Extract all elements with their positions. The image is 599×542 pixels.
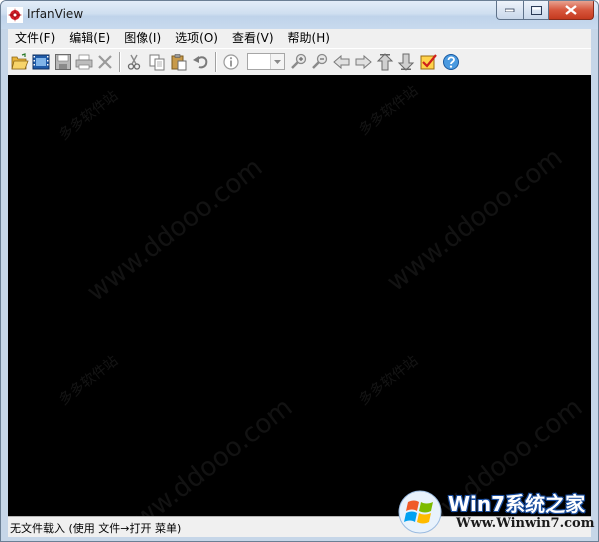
logo-url: Www.Winwin7.com	[456, 516, 595, 531]
logo-title: Win7系统之家	[448, 492, 586, 516]
close-icon	[565, 5, 577, 15]
menu-view[interactable]: 查看(V)	[225, 29, 281, 48]
help-icon[interactable]	[442, 53, 460, 71]
site-logo: Win7系统之家 Www.Winwin7.com	[396, 484, 595, 536]
zoom-combo[interactable]	[247, 53, 285, 70]
maximize-icon	[530, 5, 542, 15]
status-text: 无文件载入 (使用 文件→打开 菜单)	[10, 522, 182, 535]
zoom-in-icon[interactable]	[290, 53, 308, 71]
windows-flag-icon	[398, 490, 442, 534]
previous-icon[interactable]	[333, 53, 351, 71]
toolbar-separator	[215, 52, 217, 72]
save-icon[interactable]	[54, 53, 72, 71]
watermark-cn: 多多软件站	[356, 82, 422, 139]
cut-icon[interactable]	[125, 53, 143, 71]
watermark-url: www.ddooo.com	[81, 152, 269, 308]
delete-icon[interactable]	[96, 53, 114, 71]
copy-icon[interactable]	[148, 53, 166, 71]
watermark-url: www.ddooo.com	[111, 392, 299, 516]
watermark-cn: 多多软件站	[56, 87, 122, 144]
menu-image[interactable]: 图像(I)	[117, 29, 168, 48]
options-icon[interactable]	[419, 53, 437, 71]
menu-bar: 文件(F) 编辑(E) 图像(I) 选项(O) 查看(V) 帮助(H)	[8, 29, 591, 48]
undo-icon[interactable]	[192, 53, 210, 71]
chevron-down-icon	[274, 60, 281, 64]
dropdown-arrow[interactable]	[270, 54, 284, 69]
window-title: IrfanView	[27, 7, 84, 21]
irfanview-window: IrfanView 文件(F) 编辑(E) 图像(I) 选项(O) 查看(V) …	[0, 0, 599, 542]
next-icon[interactable]	[354, 53, 372, 71]
first-file-icon[interactable]	[376, 53, 394, 71]
close-button[interactable]	[549, 1, 594, 20]
menu-edit[interactable]: 编辑(E)	[62, 29, 117, 48]
menu-help[interactable]: 帮助(H)	[281, 29, 337, 48]
watermark-url: www.ddooo.com	[381, 142, 569, 298]
print-icon[interactable]	[75, 53, 93, 71]
info-icon[interactable]	[222, 53, 240, 71]
watermark-cn: 多多软件站	[56, 352, 122, 409]
toolbar	[8, 48, 591, 75]
slideshow-icon[interactable]	[32, 53, 50, 71]
last-file-icon[interactable]	[397, 53, 415, 71]
menu-file[interactable]: 文件(F)	[8, 29, 62, 48]
title-bar[interactable]: IrfanView	[1, 1, 598, 29]
menu-options[interactable]: 选项(O)	[168, 29, 225, 48]
irfanview-app-icon[interactable]	[7, 7, 23, 23]
zoom-out-icon[interactable]	[311, 53, 329, 71]
minimize-icon	[505, 8, 515, 12]
image-viewport[interactable]: www.ddooo.com www.ddooo.com www.ddooo.co…	[8, 75, 591, 516]
watermark-cn: 多多软件站	[356, 352, 422, 409]
paste-icon[interactable]	[170, 53, 188, 71]
toolbar-separator	[119, 52, 121, 72]
maximize-button[interactable]	[523, 1, 549, 20]
minimize-button[interactable]	[496, 1, 523, 20]
open-folder-icon[interactable]	[11, 53, 29, 71]
